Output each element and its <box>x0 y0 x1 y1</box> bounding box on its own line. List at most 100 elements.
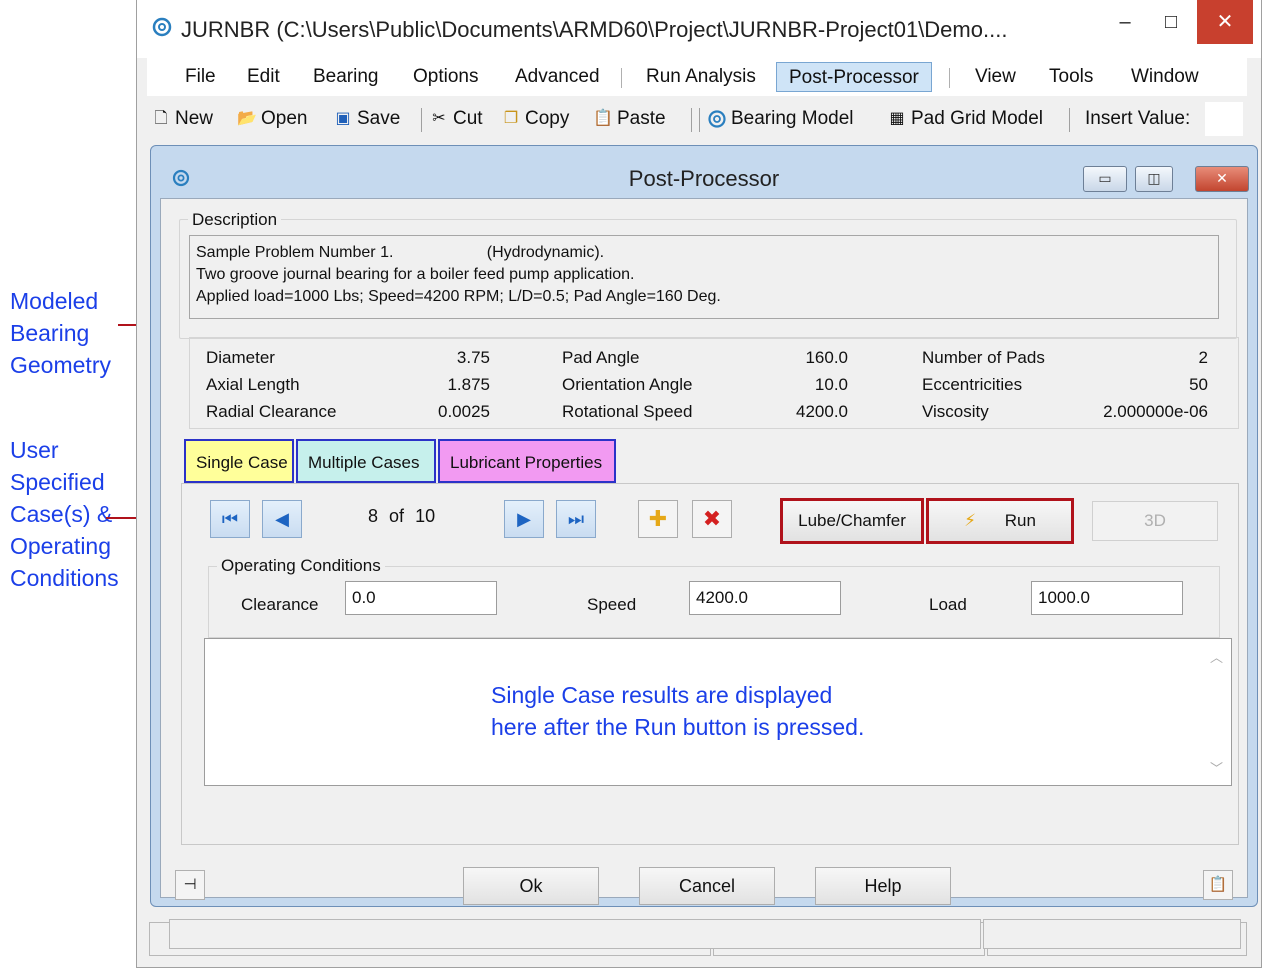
cancel-button[interactable]: Cancel <box>639 867 775 905</box>
insert-value-label: Insert Value: <box>1085 108 1191 129</box>
menu-bar: File Edit Bearing Options Advanced Run A… <box>147 58 1247 96</box>
num-pads-label: Number of Pads <box>922 348 1045 367</box>
app-title: JURNBR (C:\Users\Public\Documents\ARMD60… <box>181 17 1008 42</box>
single-case-panel: ⏮ ◀ 8 of 10 ▶ ⏭ ✚ ✖ Lube/Chamfer ⚡ Run 3… <box>181 483 1239 845</box>
run-button[interactable]: ⚡ Run <box>926 498 1074 544</box>
close-button[interactable]: ✕ <box>1197 0 1253 44</box>
toolbar-separator <box>421 108 422 132</box>
bearing-model-label: Bearing Model <box>731 108 854 129</box>
radial-clearance-label: Radial Clearance <box>206 402 337 421</box>
operating-conditions-group: Operating Conditions Clearance Speed Loa… <box>208 556 1220 638</box>
tab-lubricant-properties[interactable]: Lubricant Properties <box>438 439 616 483</box>
results-message-line: Single Case results are displayed <box>491 682 833 708</box>
load-label: Load <box>929 595 967 614</box>
dialog-status-cell-1 <box>169 919 981 949</box>
dialog-body: Description Sample Problem Number 1. (Hy… <box>160 198 1248 949</box>
cut-button[interactable]: ✂ Cut <box>429 104 483 134</box>
clipboard-icon[interactable]: 📋 <box>1203 870 1233 900</box>
menu-advanced[interactable]: Advanced <box>503 62 612 92</box>
description-legend: Description <box>188 210 282 230</box>
annotation-line: Bearing <box>10 320 90 346</box>
pad-angle-label: Pad Angle <box>562 348 640 367</box>
case-counter: 8 of 10 <box>368 506 435 527</box>
first-case-button[interactable]: ⏮ <box>210 500 250 538</box>
operating-conditions-legend: Operating Conditions <box>217 556 385 576</box>
speed-label: Speed <box>587 595 637 614</box>
minimize-button[interactable]: – <box>1105 0 1145 44</box>
open-button[interactable]: 📂 Open <box>237 104 307 134</box>
save-button[interactable]: ▣ Save <box>333 104 400 134</box>
dialog-status-cell-2 <box>983 919 1241 949</box>
help-button[interactable]: Help <box>815 867 951 905</box>
viscosity-label: Viscosity <box>922 402 989 421</box>
copy-button[interactable]: ❐ Copy <box>501 104 570 134</box>
viscosity-value: 2.000000e-06 <box>1103 402 1208 421</box>
pad-grid-model-button[interactable]: ▦ Pad Grid Model <box>887 104 1043 134</box>
save-label: Save <box>357 108 401 129</box>
radial-clearance-value: 0.0025 <box>438 402 490 421</box>
clipboard-icon: 📋 <box>593 110 613 127</box>
grid-icon: ▦ <box>889 110 905 127</box>
case-current: 8 <box>368 506 379 526</box>
pin-icon[interactable]: ⊣ <box>175 870 205 900</box>
menu-separator <box>621 68 622 88</box>
pad-grid-model-label: Pad Grid Model <box>911 108 1044 129</box>
orientation-angle-label: Orientation Angle <box>562 375 693 394</box>
tab-multiple-cases[interactable]: Multiple Cases <box>296 439 436 483</box>
bearing-icon <box>708 110 726 128</box>
menu-edit[interactable]: Edit <box>235 62 292 92</box>
case-of: of <box>389 506 405 526</box>
dialog-restore-button[interactable]: ◫ <box>1135 166 1173 192</box>
insert-value-field[interactable] <box>1205 102 1243 136</box>
menu-window[interactable]: Window <box>1119 62 1211 92</box>
add-case-button[interactable]: ✚ <box>638 500 678 538</box>
annotation-line: Modeled <box>10 288 99 314</box>
orientation-angle-value: 10.0 <box>814 375 848 394</box>
results-area[interactable]: Single Case results are displayed here a… <box>204 638 1232 786</box>
dialog-minimize-button[interactable]: ▭ <box>1083 166 1127 192</box>
scroll-down-icon[interactable]: ﹀ <box>1210 758 1223 777</box>
rotational-speed-label: Rotational Speed <box>562 402 693 421</box>
last-case-button[interactable]: ⏭ <box>556 500 596 538</box>
axial-length-value: 1.875 <box>447 375 490 394</box>
menu-bearing[interactable]: Bearing <box>301 62 391 92</box>
save-icon: ▣ <box>335 110 351 127</box>
clearance-label: Clearance <box>241 595 319 614</box>
tab-single-case[interactable]: Single Case <box>184 439 294 483</box>
pad-angle-value: 160.0 <box>805 348 848 367</box>
next-case-button[interactable]: ▶ <box>504 500 544 538</box>
ok-button[interactable]: Ok <box>463 867 599 905</box>
previous-case-button[interactable]: ◀ <box>262 500 302 538</box>
paste-button[interactable]: 📋 Paste <box>593 104 666 134</box>
delete-case-button[interactable]: ✖ <box>692 500 732 538</box>
dialog-title-bar: Post-Processor ▭ ◫ ✕ <box>151 146 1257 194</box>
menu-file[interactable]: File <box>173 62 228 92</box>
maximize-button[interactable]: □ <box>1151 0 1191 44</box>
menu-run-analysis[interactable]: Run Analysis <box>634 62 768 92</box>
3d-button[interactable]: 3D <box>1092 501 1218 541</box>
menu-post-processor[interactable]: Post-Processor <box>776 62 932 92</box>
menu-view[interactable]: View <box>963 62 1028 92</box>
load-input[interactable] <box>1031 581 1183 615</box>
results-message-line: here after the Run button is pressed. <box>491 714 865 740</box>
copy-label: Copy <box>525 108 570 129</box>
annotation-line: Geometry <box>10 352 111 378</box>
new-file-icon: 🗋 <box>154 110 168 127</box>
menu-separator <box>949 68 950 88</box>
app-logo-icon <box>152 17 172 37</box>
open-label: Open <box>261 108 308 129</box>
menu-tools[interactable]: Tools <box>1037 62 1105 92</box>
menu-options[interactable]: Options <box>401 62 490 92</box>
description-box[interactable]: Sample Problem Number 1. (Hydrodynamic).… <box>189 235 1219 319</box>
new-button[interactable]: 🗋 New <box>151 104 213 134</box>
cut-label: Cut <box>453 108 483 129</box>
clearance-input[interactable] <box>345 581 497 615</box>
scroll-up-icon[interactable]: ︿ <box>1210 647 1223 666</box>
lube-chamfer-button[interactable]: Lube/Chamfer <box>780 498 924 544</box>
eccentricities-value: 50 <box>1189 375 1208 394</box>
dialog-close-button[interactable]: ✕ <box>1195 166 1249 192</box>
rotational-speed-value: 4200.0 <box>796 402 848 421</box>
speed-input[interactable] <box>689 581 841 615</box>
bearing-model-button[interactable]: Bearing Model <box>707 104 854 134</box>
num-pads-value: 2 <box>1198 348 1208 367</box>
